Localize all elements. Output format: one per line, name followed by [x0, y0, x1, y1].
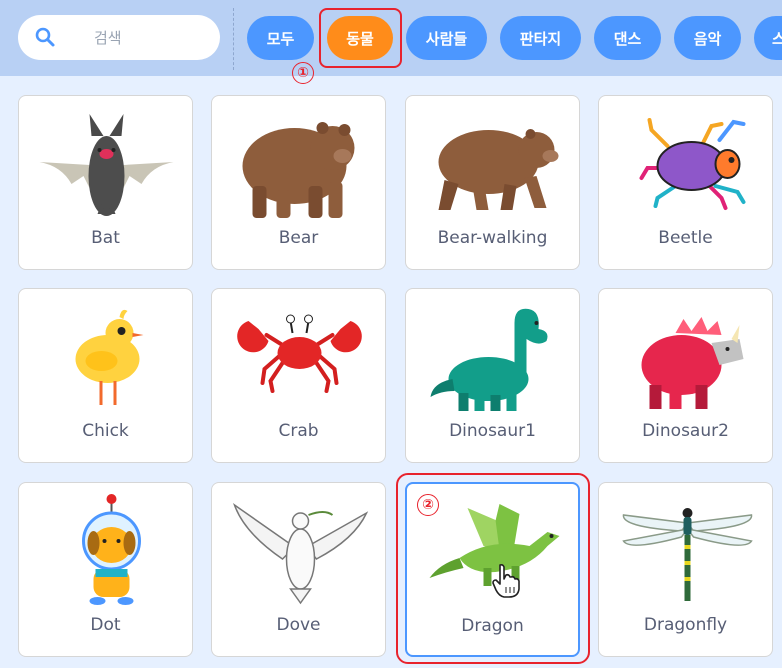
sprite-card-chick[interactable]: Chick: [18, 288, 193, 463]
sprite-name: Dinosaur2: [642, 421, 729, 441]
bear-icon: [224, 106, 375, 224]
sprite-card-dragonfly[interactable]: Dragonfly: [598, 482, 773, 657]
sprite-name: Bat: [91, 228, 120, 248]
category-dance-button[interactable]: 댄스: [594, 16, 661, 60]
search-input[interactable]: 검색: [18, 15, 220, 60]
dinosaur2-icon: [611, 299, 762, 417]
sprite-name: Bear: [278, 228, 319, 248]
sprite-card-bat[interactable]: Bat: [18, 95, 193, 270]
sprite-card-beetle[interactable]: Beetle: [598, 95, 773, 270]
chick-icon: [31, 299, 182, 417]
sprite-card-crab[interactable]: Crab: [211, 288, 386, 463]
annotation-highlight-1: [319, 8, 402, 68]
sprite-card-bear-walking[interactable]: Bear-walking: [405, 95, 580, 270]
annotation-marker-2: ②: [417, 494, 439, 516]
sprite-name: Chick: [82, 421, 129, 441]
dragonfly-icon: [611, 493, 762, 611]
sprite-card-dinosaur1[interactable]: Dinosaur1: [405, 288, 580, 463]
bear-walking-icon: [418, 106, 569, 224]
beetle-icon: [611, 106, 762, 224]
search-placeholder: 검색: [94, 29, 122, 47]
sprite-name: Dragonfly: [643, 615, 728, 635]
dove-icon: [224, 493, 375, 611]
sprite-name: Dove: [276, 615, 321, 635]
sprite-name: Crab: [278, 421, 319, 441]
sprite-name: Dot: [90, 615, 121, 635]
sprite-card-dinosaur2[interactable]: Dinosaur2: [598, 288, 773, 463]
category-music-button[interactable]: 음악: [674, 16, 741, 60]
search-icon: [34, 26, 56, 48]
category-fantasy-button[interactable]: 판타지: [500, 16, 581, 60]
category-people-button[interactable]: 사람들: [406, 16, 487, 60]
category-all-button[interactable]: 모두: [247, 16, 314, 60]
annotation-marker-1: ①: [292, 62, 314, 84]
divider: [233, 8, 234, 70]
sprite-card-bear[interactable]: Bear: [211, 95, 386, 270]
sprite-card-dot[interactable]: Dot: [18, 482, 193, 657]
sprite-name: Bear-walking: [437, 228, 548, 248]
dot-icon: [31, 493, 182, 611]
bat-icon: [31, 106, 182, 224]
category-sports-button[interactable]: 스: [754, 16, 782, 60]
sprite-name: Dinosaur1: [449, 421, 536, 441]
dinosaur1-icon: [418, 299, 569, 417]
hand-cursor-icon: [491, 563, 521, 599]
crab-icon: [224, 299, 375, 417]
sprite-name: Beetle: [658, 228, 713, 248]
sprite-card-dove[interactable]: Dove: [211, 482, 386, 657]
